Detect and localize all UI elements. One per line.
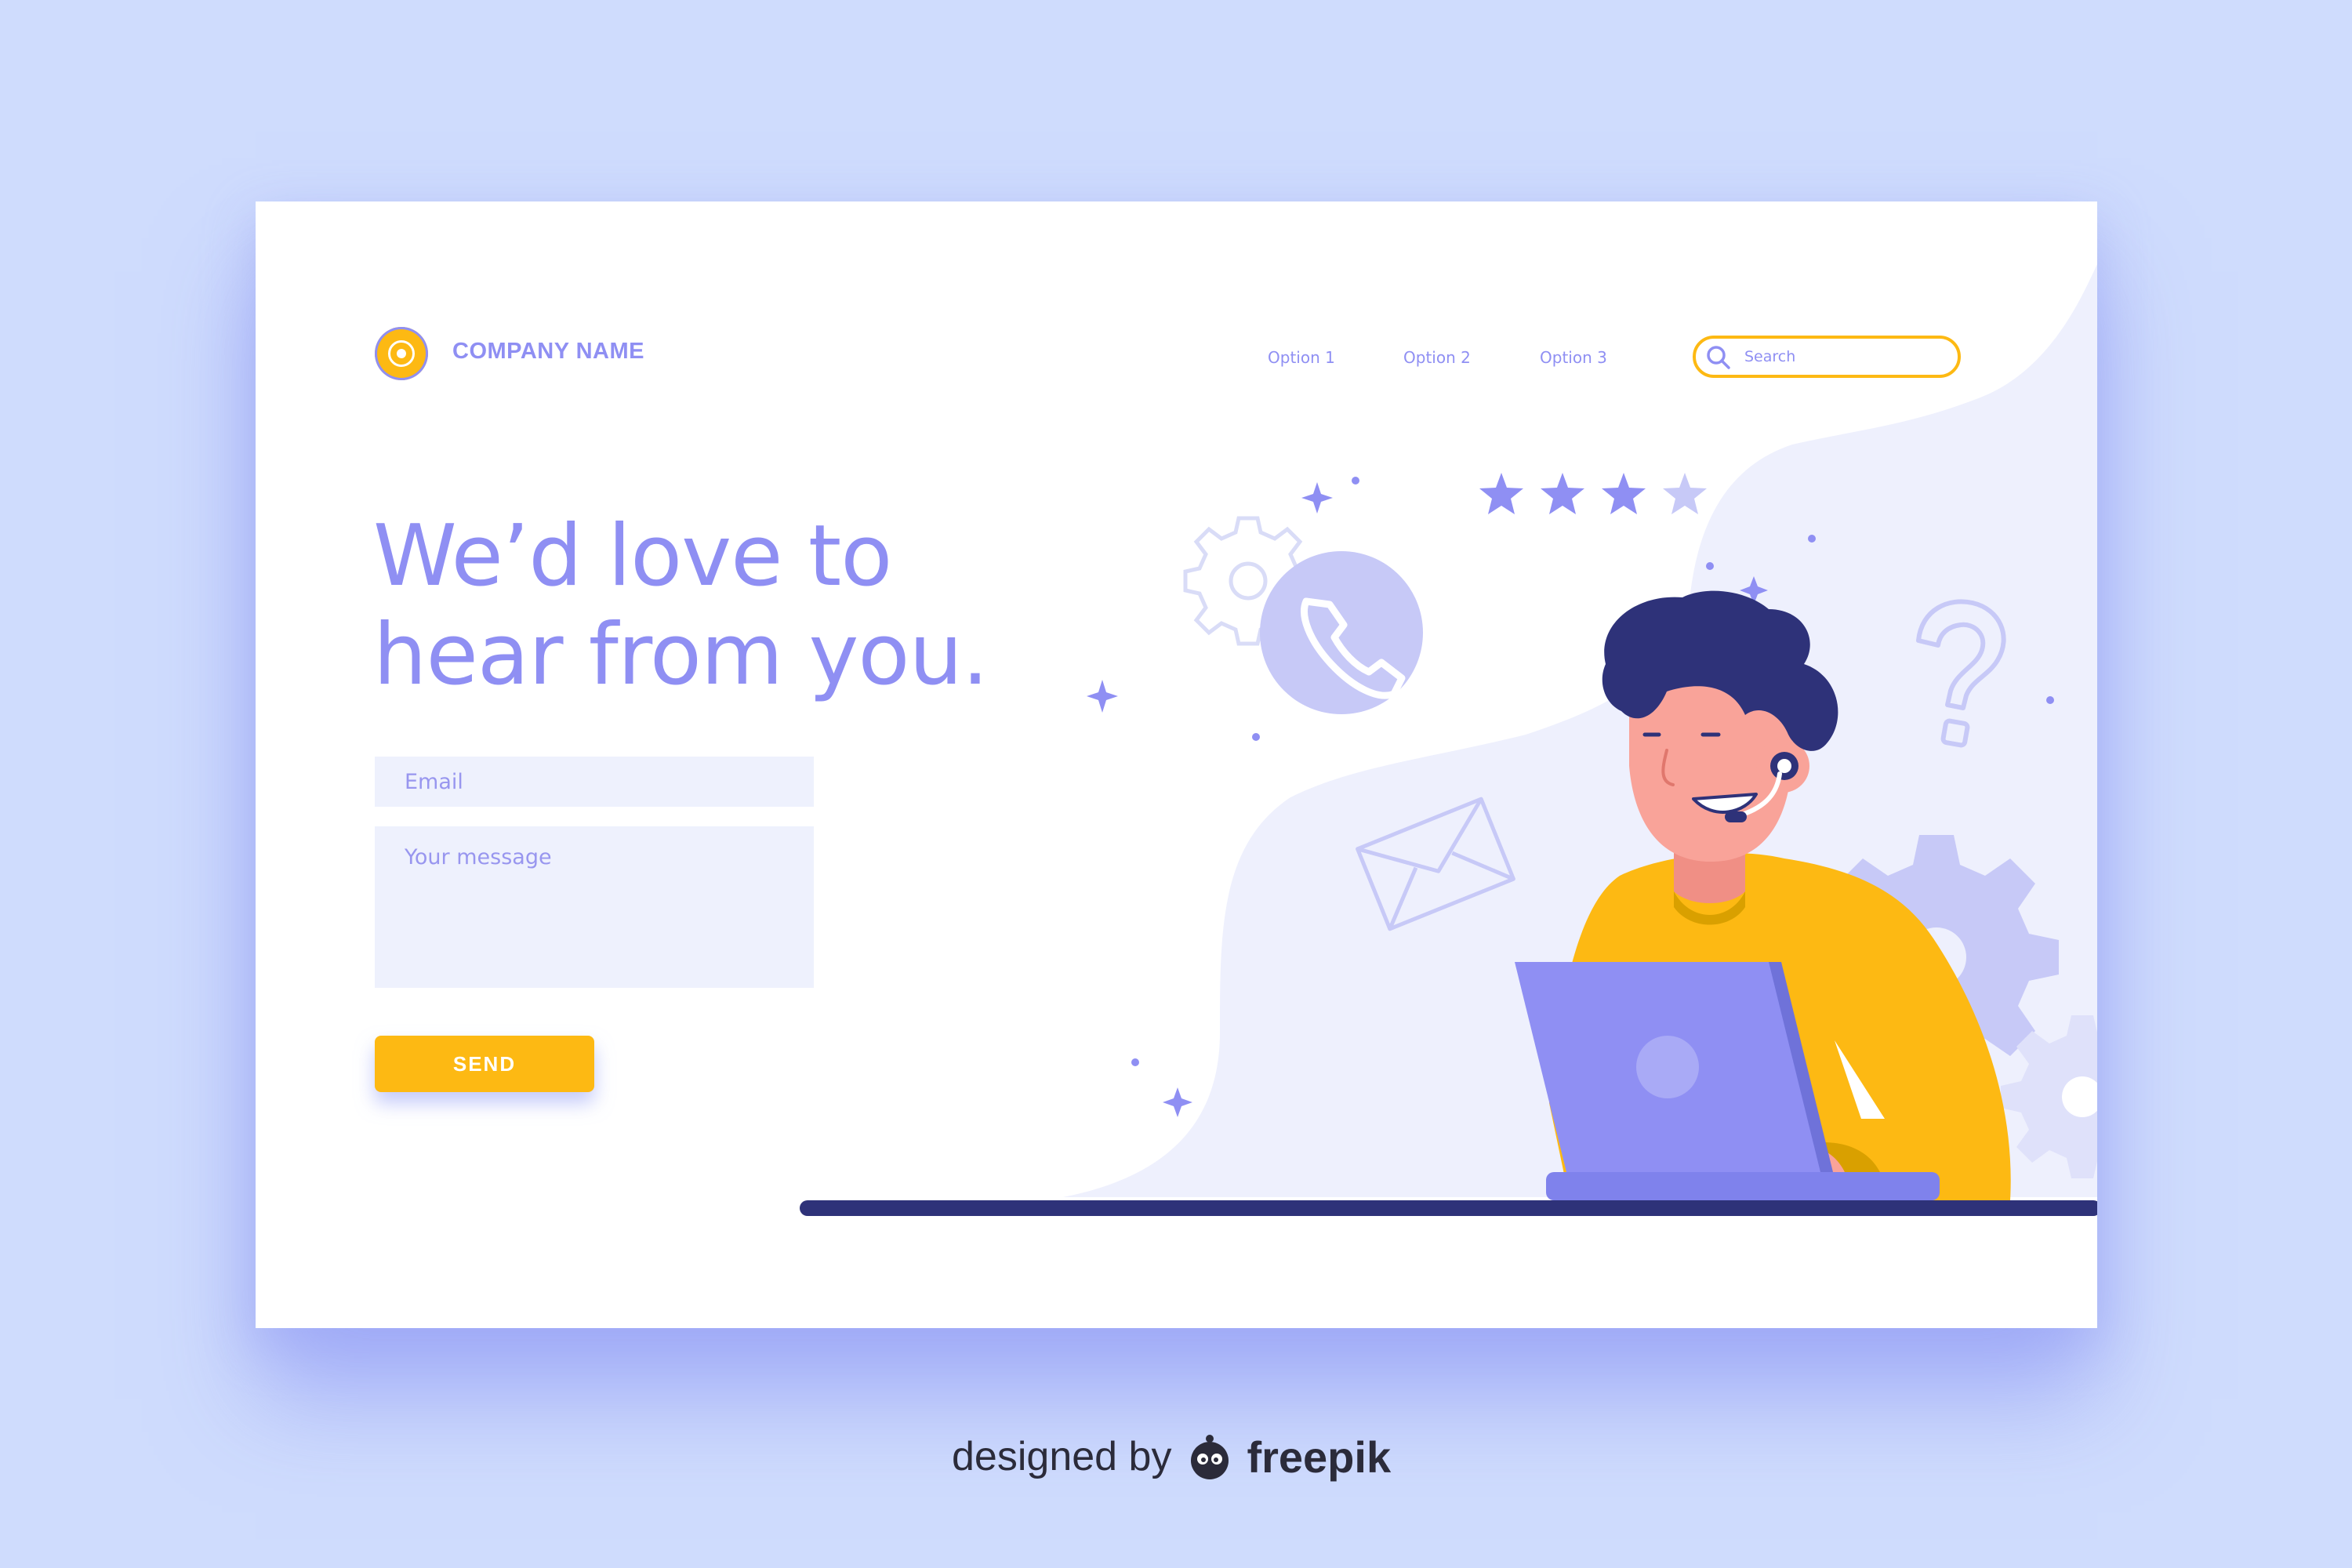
headline-line-1: We’d love to — [373, 507, 892, 605]
credit-prefix: designed by — [952, 1434, 1172, 1479]
star-filled-icon — [1479, 473, 1523, 514]
message-field[interactable] — [375, 826, 814, 988]
headline-line-2: hear from you. — [373, 606, 989, 704]
rating-stars — [1479, 473, 1707, 514]
nav-option-3[interactable]: Option 3 — [1540, 348, 1607, 367]
send-button[interactable]: SEND — [375, 1036, 594, 1092]
phone-icon — [1260, 551, 1423, 714]
search-input[interactable] — [1743, 342, 1942, 372]
search-icon[interactable] — [1705, 344, 1732, 371]
company-logo[interactable] — [375, 327, 428, 380]
page-headline: We’d love to hear from you. — [373, 507, 989, 705]
desk — [800, 1200, 2097, 1216]
freepik-mascot-icon — [1191, 1435, 1229, 1479]
search-box[interactable] — [1693, 336, 1961, 378]
designer-credit: designed by freepik — [952, 1425, 1391, 1488]
company-name[interactable]: COMPANY NAME — [452, 339, 644, 365]
nav-option-1[interactable]: Option 1 — [1268, 348, 1335, 367]
star-empty-icon — [1663, 473, 1707, 514]
star-filled-icon — [1602, 473, 1646, 514]
email-field[interactable] — [375, 757, 814, 807]
credit-brand: freepik — [1247, 1432, 1392, 1482]
nav-option-2[interactable]: Option 2 — [1403, 348, 1471, 367]
landing-page-card: COMPANY NAME Option 1 Option 2 Option 3 … — [256, 201, 2097, 1328]
star-filled-icon — [1541, 473, 1584, 514]
logo-dot — [397, 349, 406, 358]
